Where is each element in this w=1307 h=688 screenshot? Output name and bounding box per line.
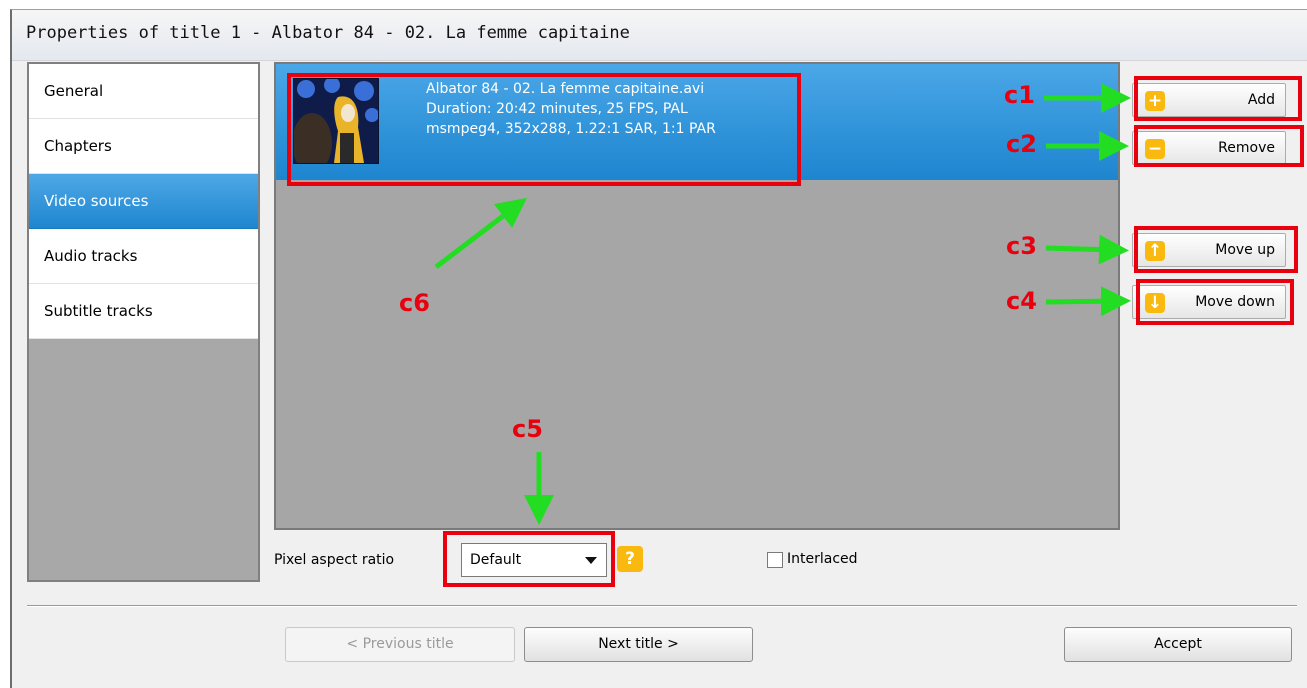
annotation-arrows (434, 83, 1131, 525)
arrow-c4 (1045, 286, 1131, 317)
arrow-c6 (434, 197, 527, 269)
arrow-c3 (1045, 234, 1129, 265)
